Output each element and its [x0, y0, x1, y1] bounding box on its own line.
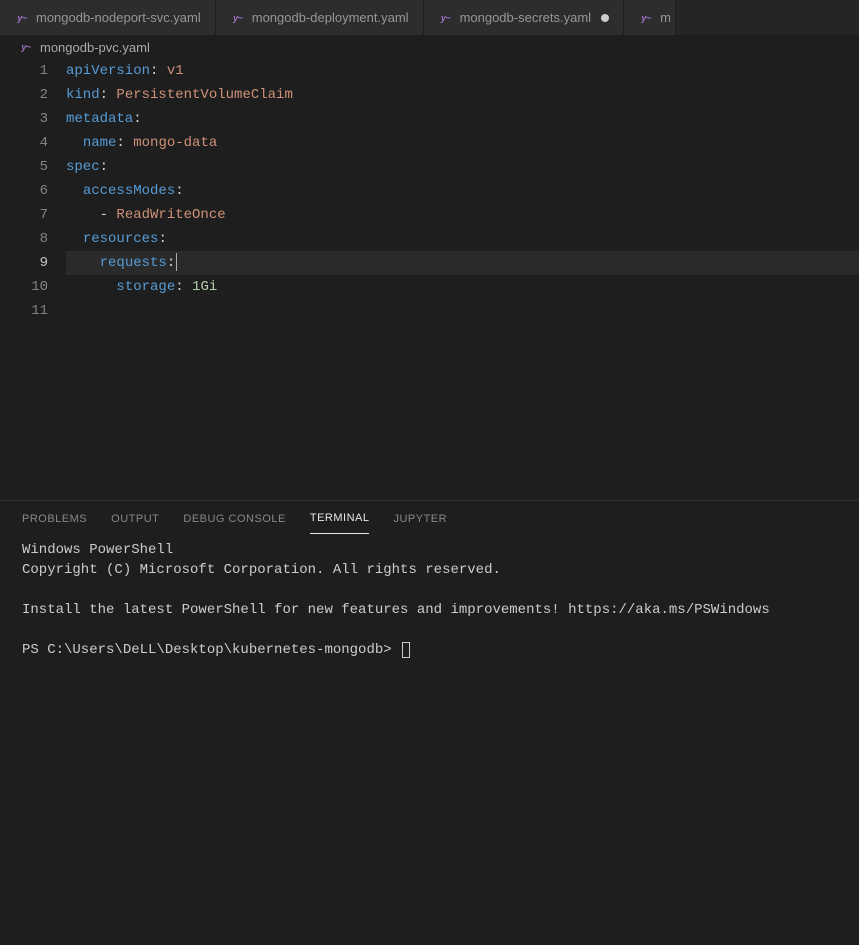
- line-number: 4: [0, 131, 48, 155]
- panel-tab-terminal[interactable]: TERMINAL: [310, 503, 370, 534]
- yaml-icon: y~: [638, 12, 654, 24]
- terminal-line: Install the latest PowerShell for new fe…: [22, 602, 770, 618]
- editor-tab-bar: y~ mongodb-nodeport-svc.yaml y~ mongodb-…: [0, 0, 859, 35]
- editor-cursor: [176, 253, 177, 271]
- editor-tab[interactable]: y~ mongodb-secrets.yaml: [424, 0, 625, 35]
- panel-tab-output[interactable]: OUTPUT: [111, 504, 159, 534]
- breadcrumb[interactable]: y~ mongodb-pvc.yaml: [0, 35, 859, 59]
- editor-tab[interactable]: y~ m: [624, 0, 676, 35]
- yaml-icon: y~: [14, 12, 30, 24]
- editor-empty-space[interactable]: [0, 323, 859, 500]
- panel-tab-problems[interactable]: PROBLEMS: [22, 504, 87, 534]
- panel-tab-jupyter[interactable]: JUPYTER: [393, 504, 447, 534]
- terminal-line: Windows PowerShell: [22, 542, 173, 558]
- terminal-line: Copyright (C) Microsoft Corporation. All…: [22, 562, 501, 578]
- line-number: 10: [0, 275, 48, 299]
- code-editor[interactable]: 1 2 3 4 5 6 7 8 9 10 11 apiVersion: v1 k…: [0, 59, 859, 323]
- line-number: 1: [0, 59, 48, 83]
- tab-label: mongodb-nodeport-svc.yaml: [36, 10, 201, 25]
- line-number: 6: [0, 179, 48, 203]
- line-number: 11: [0, 299, 48, 323]
- line-number: 8: [0, 227, 48, 251]
- panel-tab-bar: PROBLEMS OUTPUT DEBUG CONSOLE TERMINAL J…: [0, 501, 859, 536]
- terminal-cursor: [402, 642, 410, 658]
- yaml-icon: y~: [18, 41, 34, 53]
- line-number: 2: [0, 83, 48, 107]
- tab-label: m: [660, 10, 671, 25]
- yaml-icon: y~: [438, 12, 454, 24]
- tab-label: mongodb-deployment.yaml: [252, 10, 409, 25]
- code-content[interactable]: apiVersion: v1 kind: PersistentVolumeCla…: [66, 59, 859, 323]
- line-number: 9: [0, 251, 48, 275]
- terminal-prompt: PS C:\Users\DeLL\Desktop\kubernetes-mong…: [22, 642, 400, 658]
- editor-tab[interactable]: y~ mongodb-nodeport-svc.yaml: [0, 0, 216, 35]
- tab-label: mongodb-secrets.yaml: [460, 10, 592, 25]
- editor-tab[interactable]: y~ mongodb-deployment.yaml: [216, 0, 424, 35]
- panel-tab-debug[interactable]: DEBUG CONSOLE: [183, 504, 285, 534]
- line-number: 5: [0, 155, 48, 179]
- line-number: 3: [0, 107, 48, 131]
- line-number: 7: [0, 203, 48, 227]
- terminal-output[interactable]: Windows PowerShell Copyright (C) Microso…: [0, 536, 859, 664]
- yaml-icon: y~: [230, 12, 246, 24]
- bottom-panel: PROBLEMS OUTPUT DEBUG CONSOLE TERMINAL J…: [0, 500, 859, 945]
- breadcrumb-file: mongodb-pvc.yaml: [40, 40, 150, 55]
- line-number-gutter: 1 2 3 4 5 6 7 8 9 10 11: [0, 59, 66, 323]
